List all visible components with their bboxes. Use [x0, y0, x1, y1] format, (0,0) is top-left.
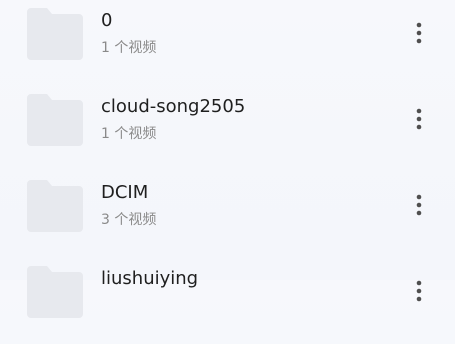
folder-icon	[27, 8, 83, 60]
folder-item[interactable]: liushuiying	[0, 258, 455, 344]
more-vert-icon[interactable]	[407, 18, 431, 48]
folder-icon	[27, 180, 83, 232]
folder-name: 0	[101, 10, 113, 31]
folder-name: liushuiying	[101, 268, 199, 289]
folder-video-count: 1 个视频	[101, 126, 157, 142]
folder-item[interactable]: 0 1 个视频	[0, 0, 455, 86]
more-vert-icon[interactable]	[407, 276, 431, 306]
folder-item[interactable]: cloud-song2505 1 个视频	[0, 86, 455, 172]
more-vert-icon[interactable]	[407, 190, 431, 220]
folder-video-count: 1 个视频	[101, 40, 157, 56]
folder-list: 0 1 个视频 cloud-song2505 1 个视频 DCIM 3 个视频 …	[0, 0, 455, 318]
folder-item[interactable]: DCIM 3 个视频	[0, 172, 455, 258]
folder-name: DCIM	[101, 182, 149, 203]
folder-name: cloud-song2505	[101, 96, 246, 117]
folder-video-count: 3 个视频	[101, 212, 157, 228]
folder-icon	[27, 266, 83, 318]
folder-icon	[27, 94, 83, 146]
more-vert-icon[interactable]	[407, 104, 431, 134]
